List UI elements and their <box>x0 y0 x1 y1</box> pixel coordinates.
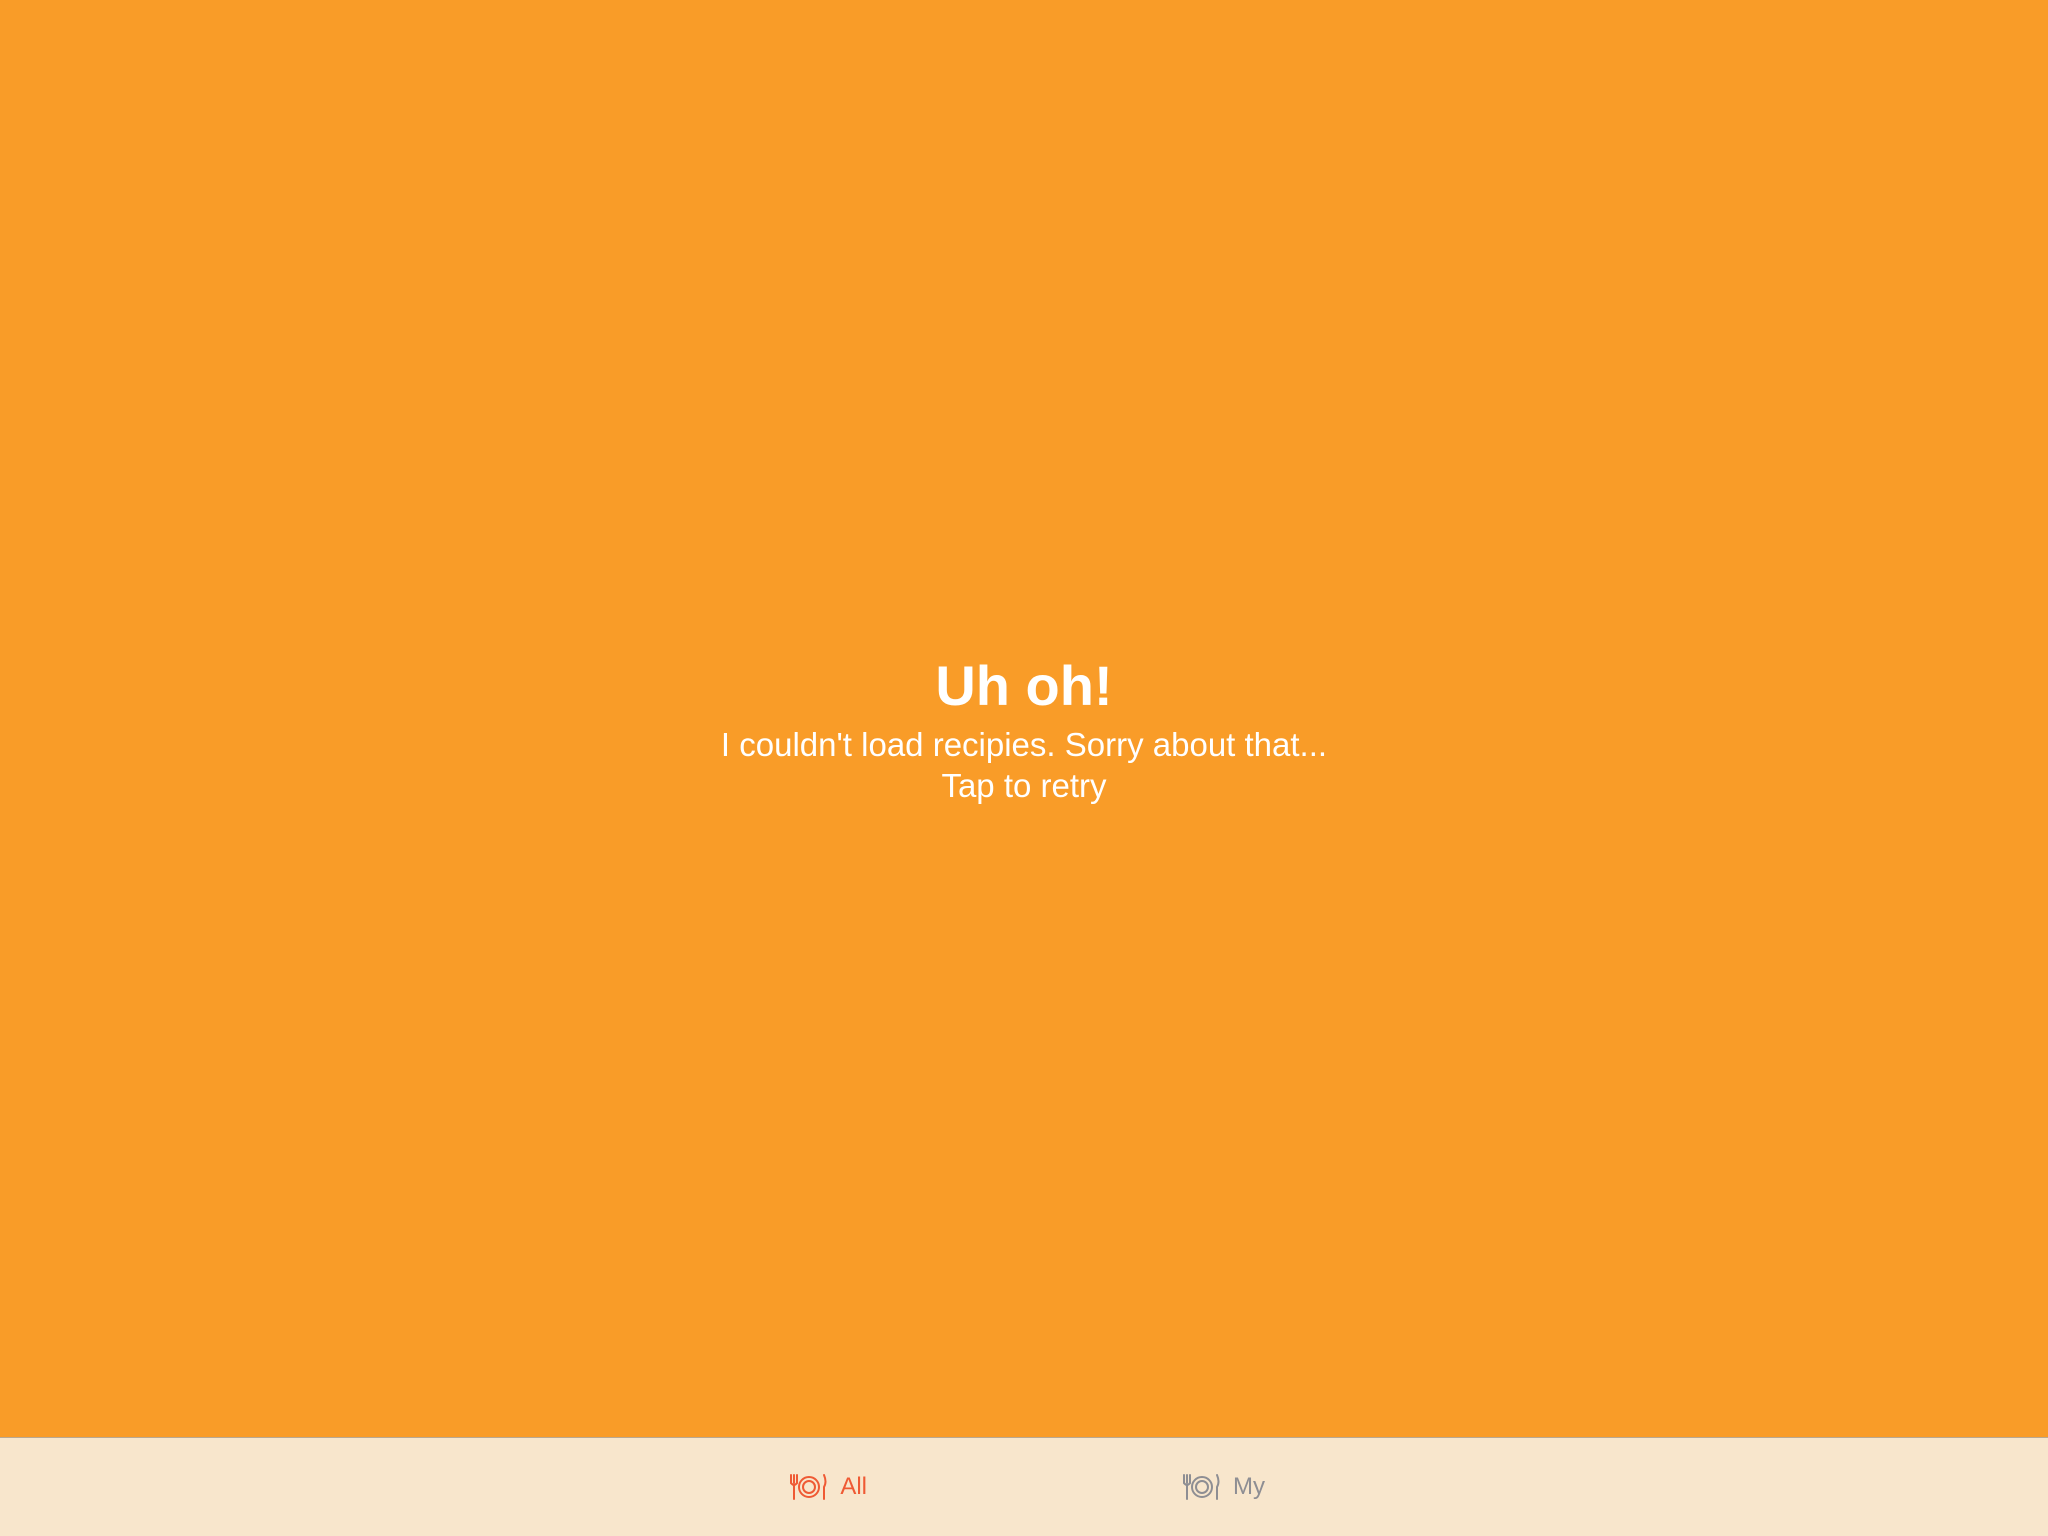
tab-all-label: All <box>840 1473 867 1500</box>
error-title: Uh oh! <box>935 653 1113 717</box>
app-root: Uh oh! I couldn't load recipies. Sorry a… <box>0 0 2048 1536</box>
plate-cutlery-icon <box>790 1474 827 1500</box>
plate-cutlery-icon <box>1183 1474 1220 1500</box>
tab-my-label: My <box>1233 1473 1265 1500</box>
retry-link[interactable]: Tap to retry <box>941 765 1106 806</box>
tab-my[interactable]: My <box>895 1438 2048 1536</box>
error-message: I couldn't load recipies. Sorry about th… <box>720 725 1328 763</box>
tab-bar: All My <box>0 1437 2048 1536</box>
error-message-box[interactable]: Uh oh! I couldn't load recipies. Sorry a… <box>721 654 1327 806</box>
main-content: Uh oh! I couldn't load recipies. Sorry a… <box>0 0 2048 1437</box>
tab-all[interactable]: All <box>0 1438 895 1536</box>
